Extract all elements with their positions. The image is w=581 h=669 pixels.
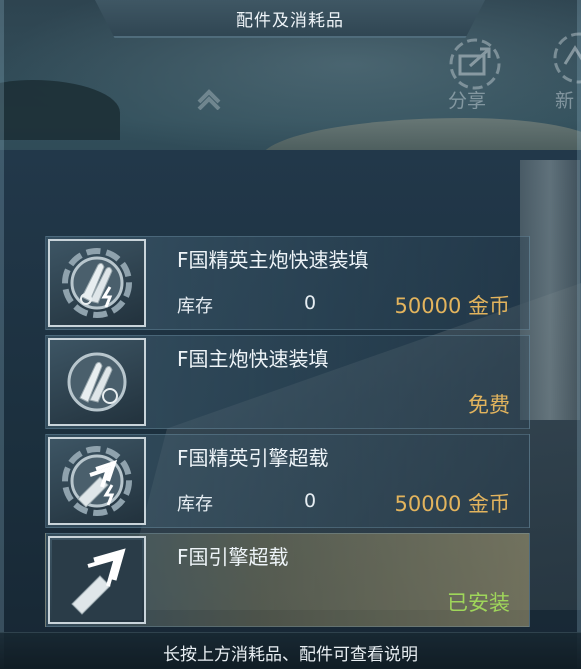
- item-name: F国精英主炮快速装填: [177, 248, 369, 272]
- stock-value: 0: [304, 292, 317, 314]
- chevron-up-icon[interactable]: [196, 84, 222, 110]
- installed-badge: 已安装: [447, 591, 510, 615]
- elite-engine-overload-icon: [62, 446, 132, 516]
- stock-value: 0: [304, 490, 317, 512]
- engine-overload-icon: [52, 540, 142, 620]
- item-icon-frame: [48, 338, 146, 426]
- new-button[interactable]: 新: [545, 30, 581, 112]
- consumable-item-elite-engine-overload[interactable]: F国精英引擎超载 库存 0 50000 金币: [45, 434, 530, 528]
- item-icon-frame: [48, 437, 146, 525]
- item-icon-frame: [48, 536, 146, 624]
- item-name: F国精英引擎超载: [177, 446, 329, 470]
- stock-label: 库存: [177, 494, 213, 515]
- stock-label: 库存: [177, 296, 213, 317]
- share-icon: [449, 38, 501, 90]
- left-frame-edge: [0, 0, 4, 668]
- price-free: 免费: [468, 393, 510, 417]
- main-gun-reload-icon: [67, 352, 127, 412]
- share-button[interactable]: 分享: [440, 36, 510, 112]
- price-gold: 50000 金币: [394, 294, 510, 318]
- item-name: F国引擎超载: [177, 545, 289, 569]
- item-name: F国主炮快速装填: [177, 347, 329, 371]
- consumable-item-main-gun-reload[interactable]: F国主炮快速装填 免费: [45, 335, 530, 429]
- new-icon: [553, 32, 581, 84]
- page-title: 配件及消耗品: [236, 10, 344, 31]
- price-gold: 50000 金币: [394, 492, 510, 516]
- consumable-item-engine-overload[interactable]: F国引擎超载 已安装: [45, 533, 530, 627]
- new-label: 新: [555, 90, 575, 112]
- consumable-item-elite-main-gun-reload[interactable]: F国精英主炮快速装填 库存 0 50000 金币: [45, 236, 530, 330]
- bottom-hint: 长按上方消耗品、配件可查看说明: [163, 645, 418, 665]
- item-icon-frame: [48, 239, 146, 327]
- share-label: 分享: [448, 90, 487, 112]
- elite-main-gun-reload-icon: [62, 248, 132, 318]
